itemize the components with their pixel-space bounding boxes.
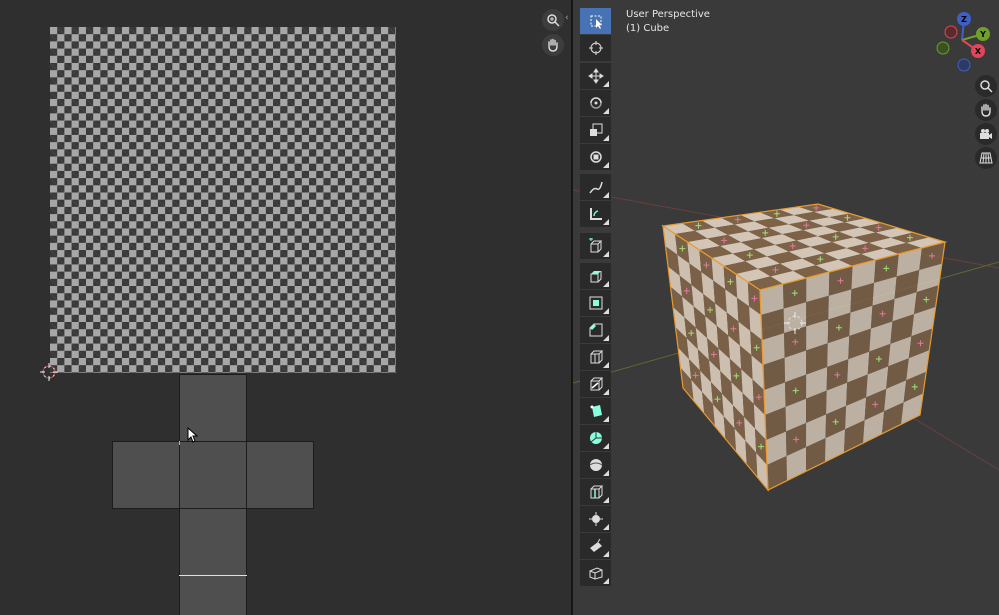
uv-selected-edge [179,575,247,576]
grid-icon [979,152,993,164]
gizmo-y-axis[interactable]: Y [976,27,990,41]
shear-tool[interactable] [580,533,611,559]
add-cube-tool[interactable] [580,233,611,259]
perspective-label: User Perspective [626,9,710,20]
rotate-tool[interactable] [580,90,611,116]
2d-cursor-icon[interactable] [40,363,58,381]
annotate-tool[interactable] [580,174,611,200]
loop-cut-tool[interactable] [580,344,611,370]
poly-build-icon [590,405,602,417]
uv-face[interactable] [179,441,247,509]
uv-face[interactable] [246,441,314,509]
tool-options-indicator [603,281,609,287]
select-box-icon [590,15,602,29]
zoom-icon [980,80,993,93]
rip-region-tool[interactable] [580,560,611,586]
zoom-button[interactable] [975,75,997,97]
uv-face[interactable] [179,508,247,576]
tool-options-indicator [603,219,609,225]
tool-options-indicator [603,416,609,422]
scale-tool[interactable] [580,117,611,143]
tool-options-indicator [603,135,609,141]
tool-options-indicator [603,551,609,557]
smooth-icon [589,459,602,471]
smooth-tool[interactable] [580,452,611,478]
bevel-tool[interactable] [580,317,611,343]
tool-options-indicator [603,443,609,449]
uv-selected-vertex [179,441,180,445]
select-box-tool[interactable] [580,8,611,34]
ortho-toggle-button[interactable] [975,147,997,169]
mouse-pointer-icon [187,427,199,443]
extrude-icon [590,271,601,283]
3d-viewport[interactable]: User Perspective (1) Cube Z Y X [573,0,999,615]
spin-icon [589,432,602,444]
tool-options-indicator [603,251,609,257]
gizmo-x-axis[interactable]: X [971,44,985,58]
inset-tool[interactable] [580,290,611,316]
pan-button[interactable] [542,34,564,56]
move-icon [587,68,604,84]
poly-build-tool[interactable] [580,398,611,424]
rip-region-icon [589,567,602,580]
collapse-arrow-icon[interactable]: ‹ [565,13,569,23]
gizmo-z-axis[interactable]: Z [957,12,971,26]
hand-icon [548,38,558,52]
tool-options-indicator [603,524,609,530]
edge-slide-icon [590,485,603,499]
camera-view-button[interactable] [975,123,997,145]
tool-options-indicator [603,308,609,314]
uv-face[interactable] [179,575,247,615]
shrink-fatten-tool[interactable] [580,506,611,532]
tool-options-indicator [603,335,609,341]
spin-tool[interactable] [580,425,611,451]
uv-face[interactable] [112,441,180,509]
transform-tool[interactable] [580,144,611,170]
cursor-tool[interactable] [580,35,611,61]
tool-options-indicator [603,578,609,584]
measure-tool[interactable] [580,201,611,227]
knife-tool[interactable] [580,371,611,397]
camera-icon [980,129,992,139]
bevel-icon [589,323,602,337]
annotate-icon [588,181,603,194]
tool-options-indicator [603,108,609,114]
tool-options-indicator [603,162,609,168]
tool-options-indicator [603,470,609,476]
zoom-icon [547,14,560,27]
cube-object [661,203,948,492]
zoom-button[interactable] [542,9,564,31]
tool-options-indicator [603,389,609,395]
shear-icon [589,538,602,552]
tool-options-indicator [603,362,609,368]
shrink-fatten-icon [588,512,603,526]
rotate-icon [589,97,602,109]
add-cube-icon [588,238,602,253]
cursor-icon [588,41,603,55]
knife-icon [590,377,603,391]
measure-icon [589,208,602,220]
scale-icon [589,123,602,136]
tool-options-indicator [603,81,609,87]
extrude-tool[interactable] [580,263,611,289]
tool-options-indicator [603,497,609,503]
inset-icon [589,296,602,310]
pan-button[interactable] [975,99,997,121]
edge-slide-tool[interactable] [580,479,611,505]
uv-checker-image [50,27,396,373]
uv-editor-area[interactable]: ‹ [0,0,571,615]
tool-options-indicator [603,192,609,198]
object-label: (1) Cube [626,23,670,34]
viewport-scene [573,189,999,492]
transform-icon [589,151,602,163]
hand-icon [981,103,991,117]
loop-cut-icon [590,350,603,364]
move-tool[interactable] [580,63,611,89]
